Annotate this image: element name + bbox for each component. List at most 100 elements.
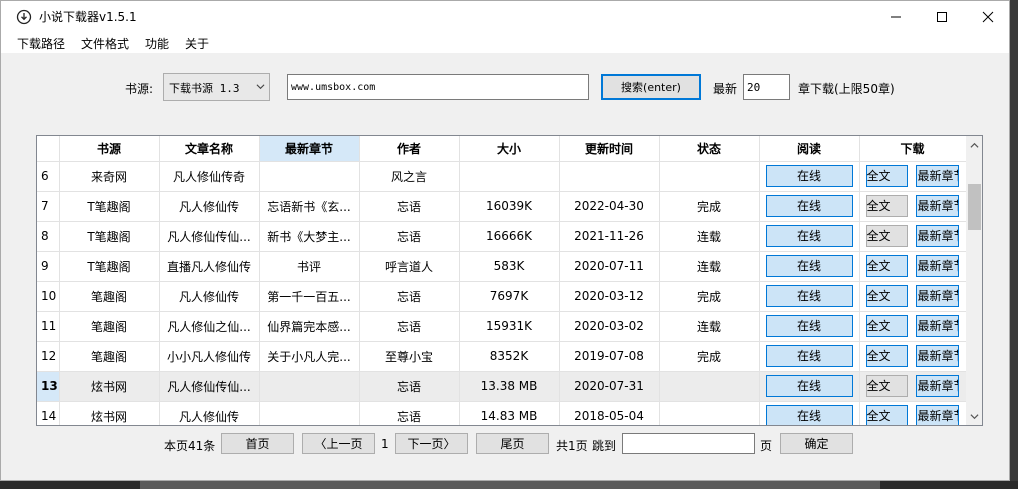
latest-count-input[interactable]	[743, 74, 790, 100]
cell-updated: 2020-07-31	[559, 371, 660, 402]
table-row[interactable]: 10 笔趣阁 凡人修仙传 第一千一百五... 忘语 7697K 2020-03-12 完成 在线…	[37, 281, 967, 312]
download-latest-button[interactable]: 最新章节	[915, 165, 959, 187]
table-row[interactable]: 11 笔趣阁 凡人修仙之仙... 仙界篇完本感... 忘语 15931K 2020-03-0…	[37, 311, 967, 342]
col-header-latest-chapter[interactable]: 最新章节	[259, 136, 360, 162]
source-select[interactable]: 下载书源 1.3	[163, 73, 270, 101]
cell-author: 风之言	[359, 161, 460, 192]
col-header-download[interactable]: 下载	[859, 136, 967, 162]
table-scrollbar[interactable]	[966, 136, 982, 425]
cell-size: 16666K	[459, 221, 560, 252]
download-hint-label: 章下载(上限50章)	[798, 82, 895, 96]
cell-read: 在线	[759, 311, 860, 342]
scroll-thumb[interactable]	[968, 184, 981, 230]
read-online-button[interactable]: 在线	[765, 315, 853, 337]
download-latest-button[interactable]: 最新章节	[915, 285, 959, 307]
cell-source: T笔趣阁	[59, 251, 160, 282]
col-header-size[interactable]: 大小	[459, 136, 560, 162]
table-row[interactable]: 13 炫书网 凡人修仙传仙... 忘语 13.38 MB 2020-07-31 在线 全文 最新…	[37, 371, 967, 402]
download-latest-button[interactable]: 最新章节	[915, 375, 959, 397]
next-page-button[interactable]: 下一页〉	[395, 433, 468, 454]
download-latest-button[interactable]: 最新章节	[915, 255, 959, 277]
cell-download: 全文最新章节	[859, 311, 967, 342]
cell-size: 8352K	[459, 341, 560, 372]
cell-read: 在线	[759, 281, 860, 312]
minimize-icon	[891, 16, 901, 17]
download-latest-button[interactable]: 最新章节	[915, 225, 959, 247]
cell-title: 凡人修仙之仙...	[159, 311, 260, 342]
cell-latest-chapter: 第一千一百五...	[259, 281, 360, 312]
menu-about[interactable]: 关于	[185, 35, 209, 52]
table-row[interactable]: 14炫书网凡人修仙传 忘语14.83 MB2018-05-04 在线全文最新章节	[37, 401, 967, 425]
table-row[interactable]: 12 笔趣阁 小小凡人修仙传 关于小凡人完... 至尊小宝 8352K 2019-07-08…	[37, 341, 967, 372]
jump-page-input[interactable]	[622, 433, 755, 454]
cell-source: 炫书网	[59, 371, 160, 402]
table-row[interactable]: 6来奇网凡人修仙传奇 风之言 在线全文最新章节	[37, 161, 967, 192]
read-online-button[interactable]: 在线	[765, 165, 853, 187]
read-online-button[interactable]: 在线	[765, 375, 853, 397]
scroll-down-icon[interactable]	[970, 412, 979, 421]
cell-latest-chapter: 新书《大梦主...	[259, 221, 360, 252]
title-bar[interactable]: 小说下载器v1.5.1	[1, 1, 1009, 32]
row-number: 7	[37, 191, 60, 222]
row-number: 14	[37, 401, 60, 425]
read-online-button[interactable]: 在线	[765, 255, 853, 277]
download-latest-button[interactable]: 最新章节	[915, 345, 959, 367]
cell-author: 呼言道人	[359, 251, 460, 282]
col-header-status[interactable]: 状态	[659, 136, 760, 162]
cell-title: 凡人修仙传仙...	[159, 221, 260, 252]
menu-file-format[interactable]: 文件格式	[81, 35, 129, 52]
cell-status	[659, 161, 760, 192]
cell-source: 笔趣阁	[59, 281, 160, 312]
download-full-button[interactable]: 全文	[865, 225, 908, 247]
download-full-button[interactable]: 全文	[865, 315, 908, 337]
col-header-author[interactable]: 作者	[359, 136, 460, 162]
download-full-button[interactable]: 全文	[865, 405, 908, 425]
col-header-title[interactable]: 文章名称	[159, 136, 260, 162]
cell-status: 连载	[659, 221, 760, 252]
minimize-button[interactable]	[873, 1, 919, 32]
read-online-button[interactable]: 在线	[765, 345, 853, 367]
page-unit-label: 页	[760, 439, 773, 453]
menu-download-path[interactable]: 下载路径	[17, 35, 65, 52]
col-header-source[interactable]: 书源	[59, 136, 160, 162]
download-full-button[interactable]: 全文	[865, 345, 908, 367]
cell-updated: 2021-11-26	[559, 221, 660, 252]
table-row[interactable]: 7 T笔趣阁 凡人修仙传 忘语新书《玄... 忘语 16039K 2022-04-30 完成在…	[37, 191, 967, 222]
read-online-button[interactable]: 在线	[765, 285, 853, 307]
cell-read: 在线	[759, 341, 860, 372]
download-full-button[interactable]: 全文	[865, 165, 908, 187]
table-row[interactable]: 8 T笔趣阁 凡人修仙传仙... 新书《大梦主... 忘语 16666K 2021-11-2…	[37, 221, 967, 252]
search-input[interactable]	[287, 74, 589, 100]
col-header-updated[interactable]: 更新时间	[559, 136, 660, 162]
download-full-button[interactable]: 全文	[865, 195, 908, 217]
col-header-read[interactable]: 阅读	[759, 136, 860, 162]
read-online-button[interactable]: 在线	[765, 225, 853, 247]
maximize-button[interactable]	[919, 1, 965, 32]
download-full-button[interactable]: 全文	[865, 285, 908, 307]
download-latest-button[interactable]: 最新章节	[915, 195, 959, 217]
download-full-button[interactable]: 全文	[865, 255, 908, 277]
cell-download: 全文最新章节	[859, 341, 967, 372]
table-row[interactable]: 9 T笔趣阁 直播凡人修仙传 书评 呼言道人 583K 2020-07-11 连载 在线 全文 最新…	[37, 251, 967, 282]
cell-source: 笔趣阁	[59, 341, 160, 372]
search-button[interactable]: 搜索(enter)	[601, 74, 701, 100]
read-online-button[interactable]: 在线	[765, 195, 853, 217]
col-header-index[interactable]	[37, 136, 60, 162]
confirm-button[interactable]: 确定	[780, 433, 853, 454]
first-page-button[interactable]: 首页	[221, 433, 294, 454]
cell-latest-chapter: 仙界篇完本感...	[259, 311, 360, 342]
read-online-button[interactable]: 在线	[765, 405, 853, 425]
download-latest-button[interactable]: 最新章节	[915, 405, 959, 425]
download-latest-button[interactable]: 最新章节	[915, 315, 959, 337]
menu-function[interactable]: 功能	[145, 35, 169, 52]
cell-download: 全文最新章节	[859, 281, 967, 312]
row-number: 13	[37, 371, 60, 402]
scroll-up-icon[interactable]	[970, 141, 979, 150]
download-full-button[interactable]: 全文	[865, 375, 908, 397]
cell-download: 全文最新章节	[859, 161, 967, 192]
cell-updated: 2022-04-30	[559, 191, 660, 222]
cell-read: 在线	[759, 401, 860, 425]
prev-page-button[interactable]: 〈上一页	[302, 433, 375, 454]
last-page-button[interactable]: 尾页	[476, 433, 549, 454]
close-button[interactable]	[965, 1, 1011, 32]
